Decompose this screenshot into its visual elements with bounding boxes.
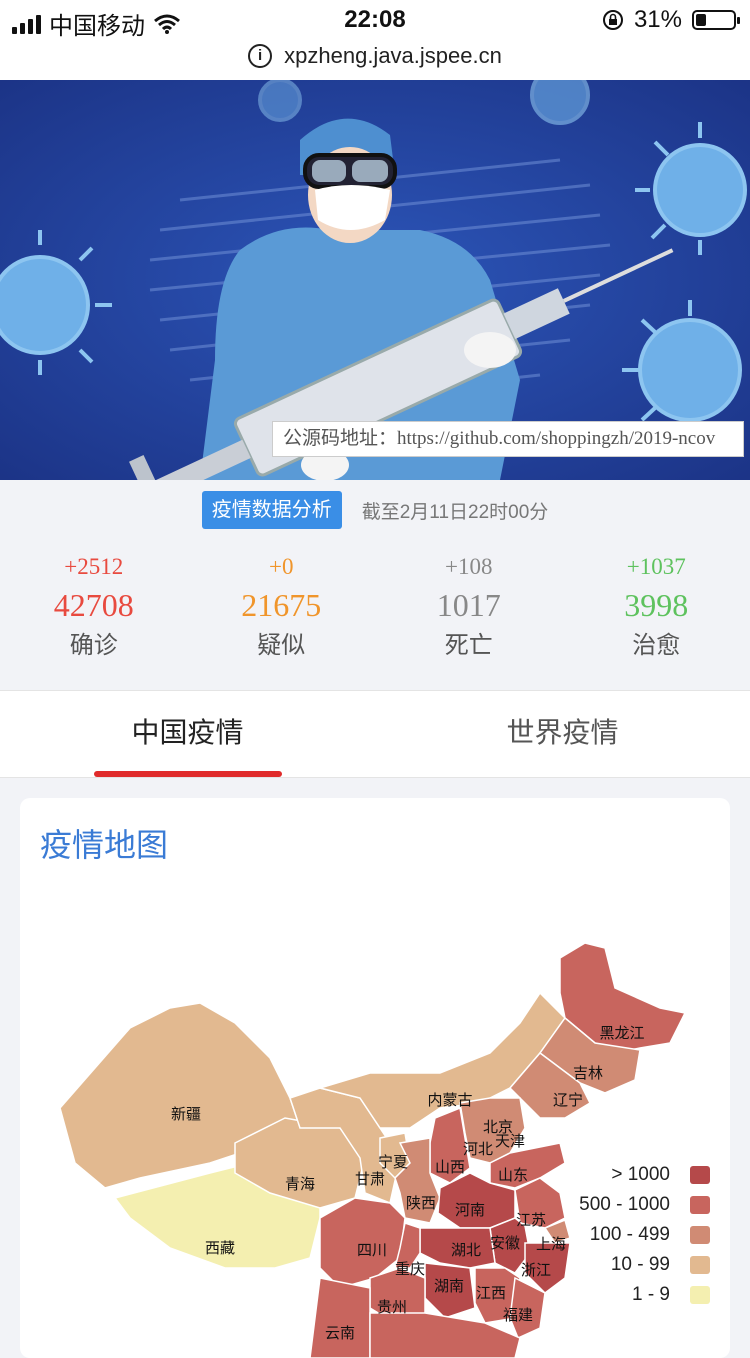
stat-value: 42708 [0,582,188,628]
as-of-time: 截至2月11日22时00分 [362,497,549,524]
map-legend: > 1000 500 - 1000 100 - 499 10 - 99 1 - … [579,1160,710,1310]
province-label: 重庆 [395,1261,425,1278]
province-label: 湖南 [434,1278,464,1295]
address-bar[interactable]: i xpzheng.java.jspee.cn [0,40,750,80]
province-label: 江苏 [516,1212,546,1229]
province-label: 青海 [285,1176,315,1193]
stat-increment: +2512 [0,552,188,582]
tab-china[interactable]: 中国疫情 [0,691,375,779]
status-right: 31% [602,6,736,34]
province-label: 宁夏 [378,1154,408,1171]
legend-item[interactable]: > 1000 [579,1160,710,1190]
province-label: 湖北 [451,1242,481,1259]
province-label: 贵州 [377,1299,407,1316]
province-label: 上海 [536,1236,566,1253]
province-label: 安徽 [490,1235,520,1252]
rotation-lock-icon [602,9,624,31]
stats-row: +2512 42708 确诊 +0 21675 疑似 +108 1017 死亡 … [0,552,750,664]
province-label: 西藏 [205,1240,235,1257]
legend-swatch [690,1256,710,1274]
stat-deaths: +108 1017 死亡 [375,552,563,664]
legend-swatch [690,1286,710,1304]
stat-increment: +0 [188,552,376,582]
status-bar: 中国移动 22:08 31% [0,0,750,40]
stat-label: 治愈 [563,628,750,664]
legend-item[interactable]: 1 - 9 [579,1280,710,1310]
province-label: 吉林 [573,1065,603,1082]
province-label: 福建 [503,1307,533,1324]
legend-label: 10 - 99 [611,1254,670,1276]
stat-confirmed: +2512 42708 确诊 [0,552,188,664]
province-label: 辽宁 [553,1092,583,1109]
province-label: 江西 [476,1285,506,1302]
province-yunnan [310,1278,370,1358]
province-label: 浙江 [521,1262,551,1279]
stat-label: 疑似 [188,628,376,664]
stat-value: 3998 [563,582,750,628]
province-label: 新疆 [171,1106,201,1123]
province-label: 山西 [435,1159,465,1176]
stat-label: 死亡 [375,628,563,664]
province-label: 甘肃 [355,1171,385,1188]
legend-swatch [690,1196,710,1214]
tab-bar: 中国疫情 世界疫情 [0,690,750,778]
province-label: 陕西 [406,1195,436,1212]
tab-world[interactable]: 世界疫情 [375,691,750,779]
battery-icon [692,10,736,30]
active-tab-indicator [94,771,282,777]
province-label: 内蒙古 [427,1092,472,1109]
stat-cured: +1037 3998 治愈 [563,552,750,664]
province-label: 天津 [495,1133,525,1150]
hero-banner [0,80,750,480]
info-icon[interactable]: i [248,44,272,68]
legend-item[interactable]: 100 - 499 [579,1220,710,1250]
stat-increment: +1037 [563,552,750,582]
province-label: 河南 [455,1202,485,1219]
summary-section: 疫情数据分析 截至2月11日22时00分 +2512 42708 确诊 +0 2… [0,480,750,690]
stat-suspected: +0 21675 疑似 [188,552,376,664]
legend-swatch [690,1226,710,1244]
stat-value: 1017 [375,582,563,628]
banner-illustration [0,80,750,480]
stat-value: 21675 [188,582,376,628]
province-label: 黑龙江 [599,1025,644,1042]
legend-label: 500 - 1000 [579,1194,670,1216]
legend-label: > 1000 [611,1164,670,1186]
battery-percent: 31% [634,6,682,34]
legend-swatch [690,1166,710,1184]
province-label: 山东 [498,1167,528,1184]
legend-label: 1 - 9 [632,1284,670,1306]
stat-label: 确诊 [0,628,188,664]
stat-increment: +108 [375,552,563,582]
province-label: 河北 [463,1141,493,1158]
legend-item[interactable]: 500 - 1000 [579,1190,710,1220]
province-label: 四川 [357,1242,387,1259]
epidemic-map-card: 疫情地图 [20,798,730,1358]
legend-item[interactable]: 10 - 99 [579,1250,710,1280]
analysis-tag[interactable]: 疫情数据分析 [202,491,342,529]
legend-label: 100 - 499 [590,1224,670,1246]
source-code-link[interactable]: 公源码地址：https://github.com/shoppingzh/2019… [272,421,744,457]
url-text[interactable]: xpzheng.java.jspee.cn [284,43,502,69]
